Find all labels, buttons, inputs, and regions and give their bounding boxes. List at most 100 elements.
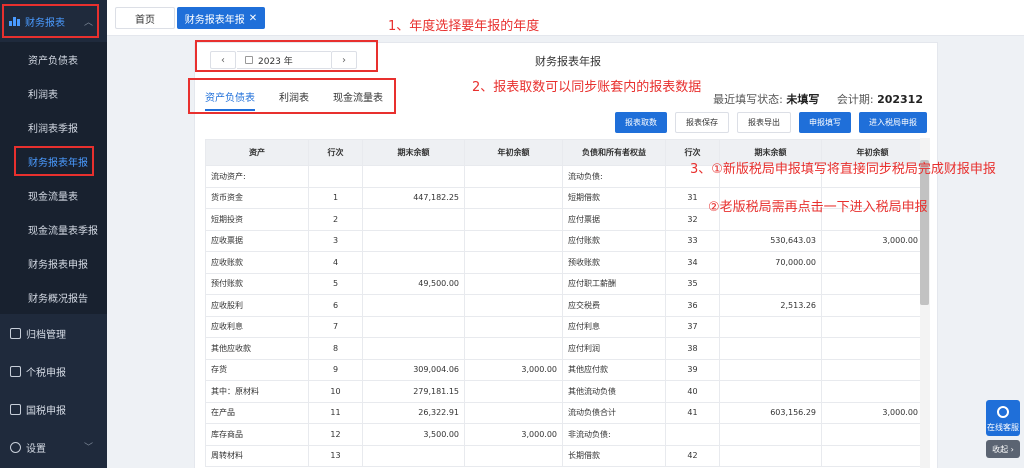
- sidebar-item-financial-overview[interactable]: 财务概况报告: [0, 280, 107, 314]
- sidebar-item-balance-sheet[interactable]: 资产负债表: [0, 42, 107, 76]
- table-cell: 8: [308, 337, 363, 360]
- table-cell[interactable]: [464, 444, 563, 467]
- sidebar-item-personal-tax[interactable]: 个税申报: [0, 352, 107, 390]
- sidebar-item-label: 归档管理: [26, 329, 66, 341]
- table-cell[interactable]: [464, 294, 563, 317]
- sidebar-item-cash-flow[interactable]: 现金流量表: [0, 178, 107, 212]
- table-row: 其中：原材料 10 279,181.15 其他流动负债 40: [205, 380, 923, 403]
- table-cell: 7: [308, 315, 363, 338]
- table-cell: 其他流动负债: [562, 380, 666, 403]
- table-cell[interactable]: 26,322.91: [362, 401, 465, 424]
- table-cell[interactable]: [821, 337, 923, 360]
- table-cell: 4: [308, 251, 363, 274]
- table-cell: 11: [308, 401, 363, 424]
- sidebar-item-income-statement[interactable]: 利润表: [0, 76, 107, 110]
- table-cell: [308, 165, 363, 188]
- table-cell: 35: [665, 272, 720, 295]
- sidebar-item-label: 个税申报: [26, 367, 66, 379]
- close-icon[interactable]: ✕: [249, 13, 257, 24]
- table-cell[interactable]: [821, 423, 923, 446]
- export-button[interactable]: 报表导出: [737, 112, 791, 133]
- enter-tax-bureau-button[interactable]: 进入税局申报: [859, 112, 927, 133]
- table-cell[interactable]: [464, 315, 563, 338]
- table-cell[interactable]: [719, 337, 822, 360]
- table-cell[interactable]: [362, 208, 465, 231]
- table-cell[interactable]: 70,000.00: [719, 251, 822, 274]
- table-cell[interactable]: [362, 337, 465, 360]
- table-cell[interactable]: [821, 380, 923, 403]
- table-cell[interactable]: 309,004.06: [362, 358, 465, 381]
- fetch-data-button[interactable]: 报表取数: [615, 112, 667, 133]
- table-cell: 应收票据: [205, 229, 309, 252]
- sidebar-item-archive[interactable]: 归档管理: [0, 314, 107, 352]
- table-cell[interactable]: [821, 251, 923, 274]
- collapse-button[interactable]: 收起 ›: [986, 440, 1020, 458]
- table-cell[interactable]: [464, 186, 563, 209]
- table-cell[interactable]: [719, 272, 822, 295]
- table-cell[interactable]: [362, 229, 465, 252]
- col-header: 年初余额: [464, 139, 563, 166]
- scrollbar-thumb[interactable]: [920, 160, 929, 305]
- table-cell[interactable]: [362, 251, 465, 274]
- table-cell[interactable]: [464, 208, 563, 231]
- table-cell: 其他应付款: [562, 358, 666, 381]
- table-cell[interactable]: [719, 380, 822, 403]
- table-cell[interactable]: [719, 315, 822, 338]
- table-row: 应收票据 3 应付账款 33 530,643.03 3,000.00: [205, 229, 923, 252]
- table-cell: 周转材料: [205, 444, 309, 467]
- table-cell[interactable]: 3,500.00: [362, 423, 465, 446]
- table-row: 应收股利 6 应交税费 36 2,513.26: [205, 294, 923, 317]
- table-cell[interactable]: [464, 251, 563, 274]
- sidebar-item-settings[interactable]: 设置 ﹀: [0, 428, 107, 466]
- table-cell[interactable]: [821, 272, 923, 295]
- table-cell[interactable]: [821, 315, 923, 338]
- chevron-down-icon: ﹀: [83, 443, 93, 453]
- table-cell[interactable]: 3,000.00: [821, 401, 923, 424]
- table-cell[interactable]: 49,500.00: [362, 272, 465, 295]
- save-button[interactable]: 报表保存: [675, 112, 729, 133]
- table-cell[interactable]: 447,182.25: [362, 186, 465, 209]
- tab-home[interactable]: 首页: [115, 7, 175, 29]
- table-cell: 39: [665, 358, 720, 381]
- table-cell[interactable]: [464, 229, 563, 252]
- table-cell[interactable]: [464, 272, 563, 295]
- table-cell: 36: [665, 294, 720, 317]
- table-cell[interactable]: 2,513.26: [719, 294, 822, 317]
- table-row: 其他应收款 8 应付利润 38: [205, 337, 923, 360]
- table-cell[interactable]: [362, 294, 465, 317]
- table-cell[interactable]: [719, 444, 822, 467]
- table-cell[interactable]: 530,643.03: [719, 229, 822, 252]
- sidebar-item-income-quarterly[interactable]: 利润表季报: [0, 110, 107, 144]
- table-row: 周转材料 13 长期借款 42: [205, 444, 923, 467]
- sidebar-item-national-tax[interactable]: 国税申报: [0, 390, 107, 428]
- table-cell[interactable]: [719, 423, 822, 446]
- table-cell[interactable]: [719, 358, 822, 381]
- table-cell[interactable]: [464, 165, 563, 188]
- table-cell[interactable]: 3,000.00: [821, 229, 923, 252]
- table-cell[interactable]: 279,181.15: [362, 380, 465, 403]
- table-cell[interactable]: [362, 315, 465, 338]
- table-cell: 短期投资: [205, 208, 309, 231]
- table-cell: 应收账款: [205, 251, 309, 274]
- col-header: 资产: [205, 139, 309, 166]
- filing-fill-button[interactable]: 申报填写: [799, 112, 851, 133]
- table-cell[interactable]: 603,156.29: [719, 401, 822, 424]
- table-cell[interactable]: [464, 337, 563, 360]
- sidebar-item-cash-flow-quarterly[interactable]: 现金流量表季报: [0, 212, 107, 246]
- annotation-box-sidebar-group: [2, 4, 99, 38]
- tab-annual-report[interactable]: 财务报表年报 ✕: [177, 7, 265, 29]
- table-cell[interactable]: [464, 401, 563, 424]
- table-cell[interactable]: [821, 444, 923, 467]
- table-cell[interactable]: [464, 380, 563, 403]
- table-cell[interactable]: 3,000.00: [464, 358, 563, 381]
- table-cell[interactable]: [821, 294, 923, 317]
- table-cell[interactable]: [362, 165, 465, 188]
- table-cell[interactable]: [362, 444, 465, 467]
- period-label: 会计期:: [836, 93, 874, 106]
- table-cell: 流动资产:: [205, 165, 309, 188]
- online-service-button[interactable]: 在线客服: [986, 400, 1020, 436]
- table-cell[interactable]: 3,000.00: [464, 423, 563, 446]
- table-cell[interactable]: [821, 358, 923, 381]
- sidebar-item-report-filing[interactable]: 财务报表申报: [0, 246, 107, 280]
- table-cell: 38: [665, 337, 720, 360]
